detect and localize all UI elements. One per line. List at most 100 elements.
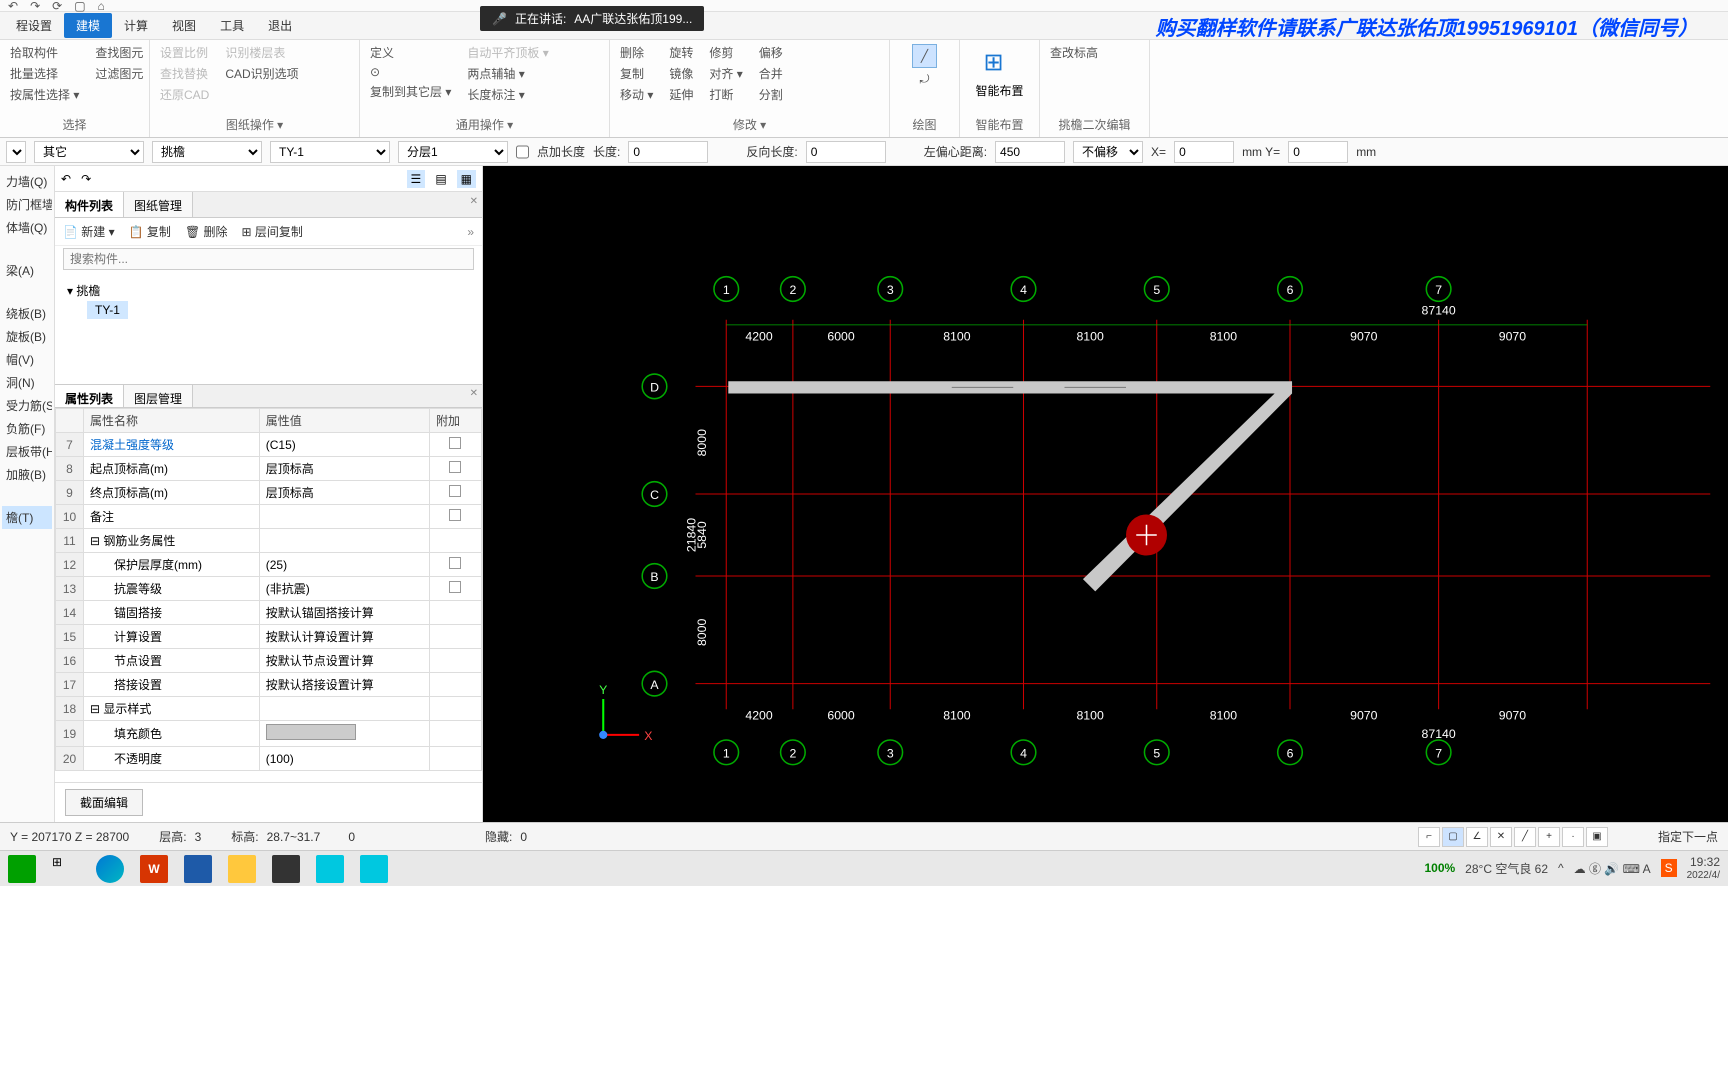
- prop-row[interactable]: 8起点顶标高(m)层顶标高: [56, 457, 482, 481]
- trim-btn[interactable]: 修剪: [709, 44, 742, 61]
- left-item[interactable]: 加腋(B): [2, 463, 52, 486]
- define-btn[interactable]: 定义: [370, 44, 451, 61]
- align-btn[interactable]: 对齐 ▾: [709, 65, 742, 82]
- tb-app1[interactable]: [184, 855, 212, 883]
- mirror-btn[interactable]: 镜像: [669, 65, 693, 82]
- left-item[interactable]: [2, 486, 52, 506]
- tb-edge[interactable]: [96, 855, 124, 883]
- two-point-axis[interactable]: 两点辅轴 ▾: [467, 65, 548, 82]
- new-button[interactable]: 📄 新建 ▾: [63, 223, 115, 240]
- recognize-floor[interactable]: 识别楼层表: [225, 44, 298, 61]
- dimension[interactable]: 长度标注 ▾: [467, 86, 548, 103]
- qat-home[interactable]: ⌂: [98, 0, 105, 13]
- section-edit-button[interactable]: 截面编辑: [65, 789, 143, 816]
- prop-row[interactable]: 12 保护层厚度(mm)(25): [56, 553, 482, 577]
- check-elevation[interactable]: 查改标高: [1050, 44, 1139, 61]
- more-icon[interactable]: »: [467, 225, 474, 239]
- merge-btn[interactable]: 合并: [759, 65, 783, 82]
- tree-root[interactable]: ▾ 挑檐: [67, 280, 470, 301]
- offset-btn[interactable]: 偏移: [759, 44, 783, 61]
- length-input[interactable]: [628, 141, 708, 163]
- copy-btn[interactable]: 复制: [620, 65, 653, 82]
- chk-point-length[interactable]: [516, 141, 529, 163]
- tray-sogou[interactable]: S: [1661, 859, 1677, 877]
- prop-row[interactable]: 10备注: [56, 505, 482, 529]
- clock-time[interactable]: 19:32: [1687, 855, 1720, 869]
- find-replace[interactable]: 查找替换: [160, 65, 209, 82]
- tray-icons[interactable]: ☁ ⓖ 🔊 ⌨ A: [1574, 860, 1651, 877]
- tab-properties[interactable]: 属性列表: [55, 385, 124, 407]
- batch-select[interactable]: 批量选择: [10, 65, 79, 82]
- tool-rect[interactable]: ▢: [1442, 827, 1464, 847]
- weather[interactable]: 28°C 空气良 62: [1465, 860, 1548, 877]
- tool-box[interactable]: ▣: [1586, 827, 1608, 847]
- tb-search[interactable]: ⊞: [52, 855, 80, 883]
- qat-refresh[interactable]: ⟳: [52, 0, 62, 13]
- left-item[interactable]: 檐(T): [2, 506, 52, 529]
- extend-btn[interactable]: 延伸: [669, 86, 693, 103]
- prop-row[interactable]: 17 搭接设置按默认搭接设置计算: [56, 673, 482, 697]
- tool-plus[interactable]: +: [1538, 827, 1560, 847]
- qat-undo[interactable]: ↶: [8, 0, 18, 13]
- left-item[interactable]: 梁(A): [2, 259, 52, 282]
- tb-app2[interactable]: [272, 855, 300, 883]
- move-btn[interactable]: 移动 ▾: [620, 86, 653, 103]
- tb-start[interactable]: [8, 855, 36, 883]
- sel-type[interactable]: 挑檐: [152, 141, 262, 163]
- prop-row[interactable]: 16 节点设置按默认节点设置计算: [56, 649, 482, 673]
- smart-layout-btn[interactable]: ⊞ 智能布置: [970, 44, 1029, 103]
- left-item[interactable]: [2, 282, 52, 302]
- sel-category[interactable]: 其它: [34, 141, 144, 163]
- tool-dot[interactable]: ·: [1562, 827, 1584, 847]
- find-entity[interactable]: 查找图元: [95, 44, 143, 61]
- tab-drawing-mgmt[interactable]: 图纸管理: [124, 192, 193, 217]
- prop-row[interactable]: 13 抗震等级(非抗震): [56, 577, 482, 601]
- tb-wps[interactable]: W: [140, 855, 168, 883]
- view-tile-icon[interactable]: ▤: [435, 172, 446, 186]
- left-item[interactable]: 绕板(B): [2, 302, 52, 325]
- qat-redo[interactable]: ↷: [30, 0, 40, 13]
- close-panel-icon[interactable]: ✕: [470, 196, 478, 207]
- nav-back[interactable]: ↶: [61, 172, 71, 186]
- x-input[interactable]: [1174, 141, 1234, 163]
- tab-view[interactable]: 视图: [160, 13, 208, 38]
- prop-row[interactable]: 14 锚固搭接按默认锚固搭接计算: [56, 601, 482, 625]
- tool-angle[interactable]: ∠: [1466, 827, 1488, 847]
- left-item[interactable]: 帽(V): [2, 348, 52, 371]
- prop-row[interactable]: 18⊟ 显示样式: [56, 697, 482, 721]
- left-item[interactable]: 负筋(F): [2, 417, 52, 440]
- property-grid[interactable]: 属性名称属性值附加 7混凝土强度等级(C15)8起点顶标高(m)层顶标高9终点顶…: [55, 408, 482, 782]
- left-item[interactable]: 体墙(Q): [2, 216, 52, 239]
- sel-layer[interactable]: 分层1: [398, 141, 508, 163]
- delete-btn[interactable]: 删除: [620, 44, 653, 61]
- prop-row[interactable]: 9终点顶标高(m)层顶标高: [56, 481, 482, 505]
- floor-copy-button[interactable]: ⊞ 层间复制: [242, 223, 303, 240]
- prop-row[interactable]: 7混凝土强度等级(C15): [56, 433, 482, 457]
- view-list-icon[interactable]: ☰: [407, 170, 426, 188]
- offset-input[interactable]: [995, 141, 1065, 163]
- tab-exit[interactable]: 退出: [256, 13, 304, 38]
- tb-app4[interactable]: [360, 855, 388, 883]
- tool-line[interactable]: ╱: [1514, 827, 1536, 847]
- sel-name[interactable]: TY-1: [270, 141, 390, 163]
- copy-to-floor[interactable]: 复制到其它层 ▾: [370, 83, 451, 100]
- tab-model[interactable]: 建模: [64, 13, 112, 38]
- rev-length-input[interactable]: [806, 141, 886, 163]
- prop-row[interactable]: 19 填充颜色: [56, 721, 482, 747]
- tool-x[interactable]: ✕: [1490, 827, 1512, 847]
- auto-top[interactable]: 自动平齐顶板 ▾: [467, 44, 548, 61]
- left-item[interactable]: 旋板(B): [2, 325, 52, 348]
- left-item[interactable]: 力墙(Q): [2, 170, 52, 193]
- shift-select[interactable]: 不偏移: [1073, 141, 1143, 163]
- break-btn[interactable]: 打断: [709, 86, 742, 103]
- arc-tool[interactable]: ⤾: [920, 72, 930, 87]
- qat-window[interactable]: ▢: [74, 0, 85, 13]
- set-scale[interactable]: 设置比例: [160, 44, 209, 61]
- select-by-prop[interactable]: 按属性选择 ▾: [10, 86, 79, 103]
- prop-row[interactable]: 11⊟ 钢筋业务属性: [56, 529, 482, 553]
- circle-tool[interactable]: ⊙: [370, 65, 451, 79]
- tab-calc[interactable]: 计算: [112, 13, 160, 38]
- tool-L[interactable]: ⌐: [1418, 827, 1440, 847]
- delete-button[interactable]: 🗑 删除: [185, 223, 228, 240]
- close-props-icon[interactable]: ✕: [470, 388, 478, 399]
